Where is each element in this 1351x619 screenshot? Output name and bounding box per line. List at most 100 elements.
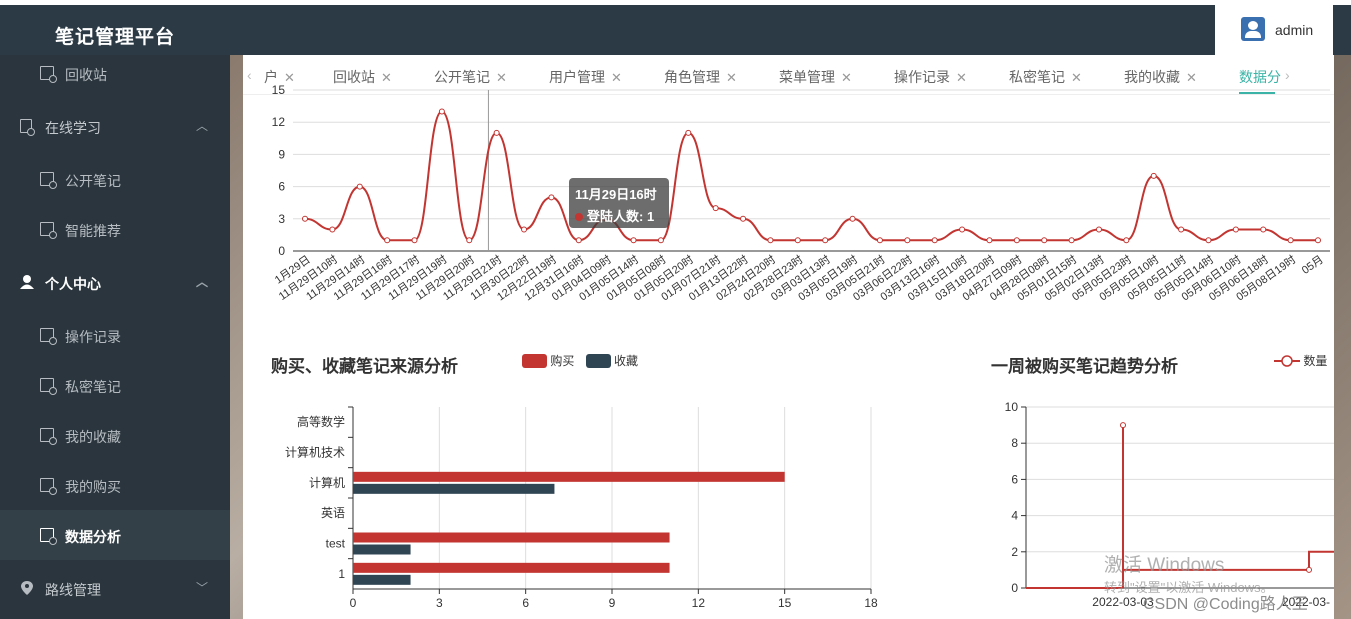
- tab-0[interactable]: 户 ✕: [264, 67, 295, 87]
- user-menu[interactable]: admin: [1215, 5, 1333, 55]
- username-label: admin: [1275, 22, 1314, 38]
- tooltip-series: 登陆人数: [587, 209, 640, 224]
- tab-2[interactable]: 公开笔记 ✕: [434, 67, 507, 87]
- data-point: [986, 237, 993, 244]
- data-point: [904, 237, 911, 244]
- bar-fav: [353, 544, 411, 555]
- sidebar-item-label: 数据分析: [65, 529, 121, 545]
- y-tick-label: 计算机: [309, 475, 345, 490]
- sidebar-item-5[interactable]: 操作记录: [0, 310, 230, 360]
- sidebar-item-1[interactable]: ︿ 在线学习: [0, 101, 230, 151]
- app-title: 笔记管理平台: [55, 27, 176, 48]
- tab-6[interactable]: 操作记录 ✕: [894, 67, 967, 87]
- sidebar-item-7[interactable]: 我的收藏: [0, 410, 230, 460]
- sidebar-item-label: 私密笔记: [65, 379, 121, 395]
- data-point: [740, 215, 747, 222]
- data-point: [438, 108, 445, 115]
- close-icon[interactable]: ✕: [956, 70, 967, 85]
- bar-fav: [353, 483, 555, 494]
- data-point: [1306, 566, 1312, 573]
- windows-activation-title: 激活 Windows: [1104, 555, 1225, 576]
- y-tick-label: 高等数学: [297, 414, 345, 429]
- data-point: [1315, 237, 1321, 244]
- data-point: [548, 194, 555, 201]
- chevron-up-icon[interactable]: ︿: [196, 117, 208, 134]
- close-icon[interactable]: ✕: [496, 70, 507, 85]
- source-bar-chart: 0 3 6 9 12 15 18 1 test 英语 计算机 计算机技术 高等数学: [285, 406, 878, 610]
- tab-8[interactable]: 我的收藏 ✕: [1124, 67, 1197, 87]
- data-point: [1123, 237, 1130, 244]
- data-point: [876, 237, 883, 244]
- tab-label: 数据分: [1239, 69, 1281, 85]
- close-icon[interactable]: ✕: [841, 70, 852, 85]
- data-point: [657, 237, 664, 244]
- close-icon[interactable]: ✕: [611, 70, 622, 85]
- trend-chart-legend[interactable]: 数量: [1274, 352, 1327, 369]
- sidebar-item-6[interactable]: 私密笔记: [0, 360, 230, 410]
- sidebar-item-10[interactable]: ﹀ 路线管理: [0, 563, 230, 613]
- bar-buy: [353, 562, 670, 573]
- sidebar-item-label: 操作记录: [65, 329, 121, 345]
- series-dot-icon: [575, 213, 583, 221]
- data-point: [575, 237, 582, 244]
- data-point: [767, 237, 774, 244]
- bar-chart-title: 购买、收藏笔记来源分析: [271, 357, 458, 376]
- sidebar-item-4[interactable]: ︿ 个人中心: [0, 257, 230, 307]
- avatar-icon: [1241, 17, 1265, 41]
- tooltip-title: 11月29日16时: [575, 187, 657, 202]
- close-icon[interactable]: ✕: [284, 70, 295, 85]
- data-point: [1068, 237, 1075, 244]
- tab-label: 我的收藏: [1124, 69, 1180, 85]
- data-point: [1120, 422, 1126, 429]
- tab-4[interactable]: 角色管理 ✕: [664, 67, 737, 87]
- close-icon[interactable]: ✕: [1186, 70, 1197, 85]
- close-icon[interactable]: ✕: [1071, 70, 1082, 85]
- data-point: [685, 129, 692, 136]
- tab-scroll-right-icon[interactable]: ›: [1285, 67, 1290, 83]
- tab-9[interactable]: 数据分: [1239, 67, 1281, 87]
- sidebar-item-8[interactable]: 我的购买: [0, 460, 230, 510]
- tab-label: 回收站: [333, 69, 375, 85]
- data-point: [1232, 226, 1239, 233]
- data-point: [521, 226, 528, 233]
- tab-7[interactable]: 私密笔记 ✕: [1009, 67, 1082, 87]
- legend-swatch-buy[interactable]: [522, 354, 547, 368]
- x-tick-label: 3: [436, 596, 443, 610]
- main-content: ‹ › 户 ✕ 回收站 ✕ 公开笔记 ✕ 用户管理 ✕ 角色管理 ✕ 菜单管理 ✕ 操作记录 ✕ 私密笔记 ✕…: [243, 55, 1334, 619]
- x-tick-label: 6: [522, 596, 529, 610]
- tab-3[interactable]: 用户管理 ✕: [549, 67, 622, 87]
- y-tick-label: 12: [272, 115, 286, 129]
- tab-label: 操作记录: [894, 69, 950, 85]
- legend-swatch-fav[interactable]: [585, 354, 611, 368]
- y-tick-label: 英语: [321, 506, 345, 520]
- close-icon[interactable]: ✕: [381, 70, 392, 85]
- data-point: [384, 237, 391, 244]
- chevron-down-icon[interactable]: ﹀: [196, 579, 208, 596]
- sidebar-item-2[interactable]: 公开笔记: [0, 154, 230, 204]
- data-point: [1013, 237, 1020, 244]
- legend-label-fav: 收藏: [614, 354, 639, 368]
- trend-chart-title: 一周被购买笔记趋势分析: [991, 357, 1178, 376]
- tab-label: 用户管理: [549, 69, 605, 85]
- y-tick-label: 6: [278, 180, 285, 194]
- close-icon[interactable]: ✕: [726, 70, 737, 85]
- tab-label: 公开笔记: [434, 69, 490, 85]
- y-tick-label: 10: [1005, 400, 1019, 414]
- user-icon: [20, 275, 34, 289]
- chevron-up-icon[interactable]: ︿: [196, 273, 208, 290]
- tab-scroll-left-icon[interactable]: ‹: [247, 67, 252, 83]
- tab-1[interactable]: 回收站 ✕: [333, 67, 392, 87]
- sidebar-item-label: 在线学习: [45, 120, 101, 136]
- sidebar-item-3[interactable]: 智能推荐: [0, 204, 230, 254]
- sidebar-item-9[interactable]: 数据分析: [0, 510, 230, 560]
- y-tick-label: 0: [278, 244, 285, 258]
- data-point: [1150, 172, 1157, 179]
- x-tick-label: 9: [609, 596, 616, 610]
- tab-5[interactable]: 菜单管理 ✕: [779, 67, 852, 87]
- y-tick-label: 3: [278, 212, 285, 226]
- sidebar-item-0[interactable]: 回收站: [0, 48, 230, 98]
- bar-chart-legend: 购买 收藏: [522, 352, 638, 369]
- doc-settings-icon: [40, 428, 57, 445]
- x-tick-label: 0: [350, 596, 357, 610]
- data-point: [1260, 226, 1267, 233]
